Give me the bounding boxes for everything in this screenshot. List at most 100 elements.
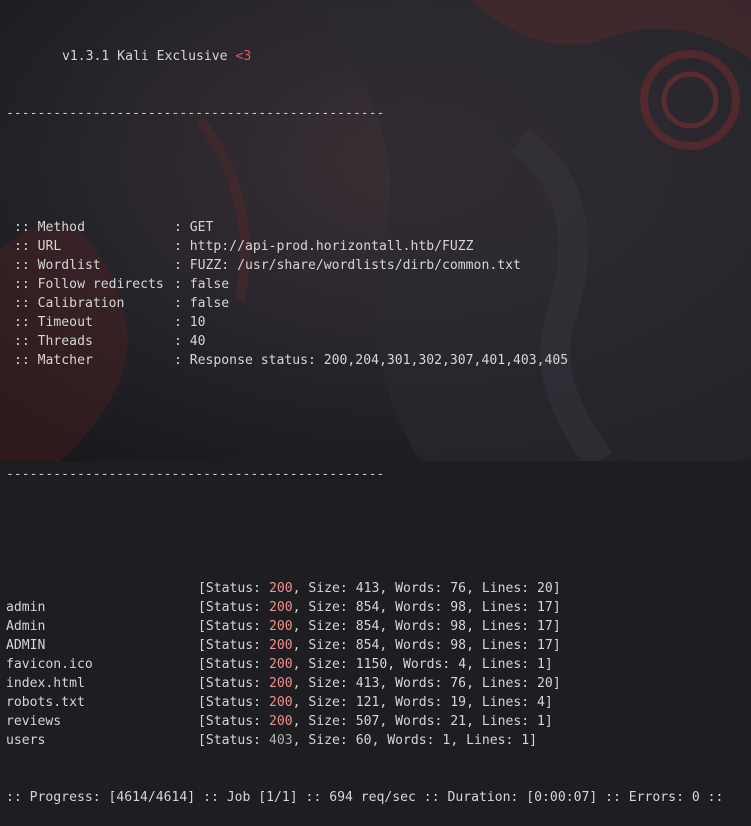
result-row: admin [Status: 200, Size: 854, Words: 98,… bbox=[6, 598, 723, 617]
size-value: 854 bbox=[355, 638, 380, 653]
config-row: :: Wordlist : FUZZ: /usr/share/wordlists/… bbox=[6, 256, 723, 275]
words-value: 98 bbox=[450, 619, 467, 634]
config-value: : GET bbox=[174, 220, 214, 235]
status-code: 200 bbox=[268, 657, 293, 672]
words-label: , Words: bbox=[379, 638, 451, 653]
words-label: , Words: bbox=[387, 657, 459, 672]
config-key: :: Matcher bbox=[14, 353, 93, 368]
words-value: 98 bbox=[450, 638, 467, 653]
words-value: 76 bbox=[450, 581, 467, 596]
progress-line: :: Progress: [4614/4614] :: Job [1/1] ::… bbox=[6, 790, 724, 805]
words-label: , Words: bbox=[379, 714, 451, 729]
lines-label: , Lines: bbox=[466, 657, 538, 672]
words-value: 4 bbox=[458, 657, 467, 672]
config-row: :: Calibration: false bbox=[6, 294, 723, 313]
bracket-close: ] bbox=[544, 695, 553, 710]
size-label: , Size: bbox=[292, 676, 356, 691]
lines-value: 17 bbox=[537, 600, 553, 615]
size-value: 121 bbox=[355, 695, 380, 710]
lines-label: , Lines: bbox=[466, 638, 538, 653]
bracket-close: ] bbox=[544, 657, 553, 672]
words-value: 76 bbox=[450, 676, 467, 691]
size-label: , Size: bbox=[292, 695, 356, 710]
words-value: 98 bbox=[450, 600, 467, 615]
config-value: : false bbox=[174, 277, 230, 292]
status-label: [Status: bbox=[198, 581, 269, 596]
bracket-close: ] bbox=[544, 714, 553, 729]
size-value: 1150 bbox=[355, 657, 388, 672]
lines-label: , Lines: bbox=[466, 695, 538, 710]
status-label: [Status: bbox=[198, 657, 269, 672]
config-key: :: Threads bbox=[14, 334, 93, 349]
result-row: users [Status: 403, Size: 60, Words: 1, L… bbox=[6, 731, 723, 750]
version-text: v1.3.1 Kali Exclusive bbox=[62, 49, 228, 64]
words-label: , Words: bbox=[379, 619, 451, 634]
size-value: 413 bbox=[355, 581, 380, 596]
heart-text: <3 bbox=[235, 49, 252, 64]
size-value: 854 bbox=[355, 619, 380, 634]
status-label: [Status: bbox=[198, 638, 269, 653]
config-value: : false bbox=[174, 296, 230, 311]
lines-label: , Lines: bbox=[466, 581, 538, 596]
result-path: robots.txt bbox=[6, 695, 85, 710]
result-row: ADMIN [Status: 200, Size: 854, Words: 98,… bbox=[6, 636, 723, 655]
result-path: favicon.ico bbox=[6, 657, 93, 672]
separator-top: ----------------------------------------… bbox=[6, 106, 385, 121]
lines-value: 17 bbox=[537, 638, 553, 653]
size-label: , Size: bbox=[292, 638, 356, 653]
lines-value: 1 bbox=[537, 657, 545, 672]
status-code: 200 bbox=[268, 581, 293, 596]
lines-value: 1 bbox=[521, 733, 530, 748]
bracket-close: ] bbox=[552, 600, 561, 615]
status-label: [Status: bbox=[198, 676, 269, 691]
config-value: : 40 bbox=[174, 334, 206, 349]
size-value: 60 bbox=[355, 733, 372, 748]
size-value: 854 bbox=[355, 600, 380, 615]
size-label: , Size: bbox=[292, 600, 356, 615]
lines-value: 4 bbox=[537, 695, 545, 710]
result-path: Admin bbox=[6, 619, 46, 634]
bracket-close: ] bbox=[552, 638, 561, 653]
lines-value: 17 bbox=[537, 619, 553, 634]
status-code: 200 bbox=[268, 695, 293, 710]
result-row: index.html [Status: 200, Size: 413, Words… bbox=[6, 674, 723, 693]
words-value: 21 bbox=[450, 714, 467, 729]
config-key: :: Wordlist bbox=[14, 258, 101, 273]
terminal-output: v1.3.1 Kali Exclusive <3 ---------------… bbox=[6, 9, 723, 826]
status-code: 200 bbox=[268, 600, 293, 615]
result-path: admin bbox=[6, 600, 46, 615]
config-key: :: Timeout bbox=[14, 315, 93, 330]
status-label: [Status: bbox=[198, 733, 269, 748]
result-row: Admin [Status: 200, Size: 854, Words: 98,… bbox=[6, 617, 723, 636]
words-label: , Words: bbox=[379, 695, 451, 710]
size-label: , Size: bbox=[292, 581, 356, 596]
results-block: [Status: 200, Size: 413, Words: 76, Line… bbox=[6, 579, 723, 750]
status-code: 200 bbox=[268, 714, 293, 729]
config-value: : FUZZ: /usr/share/wordlists/dirb/common… bbox=[174, 258, 521, 273]
config-key: :: Follow redirects bbox=[14, 277, 164, 292]
config-row: :: Threads : 40 bbox=[6, 332, 723, 351]
config-value: : 10 bbox=[174, 315, 206, 330]
size-label: , Size: bbox=[292, 733, 356, 748]
status-code: 403 bbox=[268, 733, 293, 748]
status-code: 200 bbox=[268, 676, 293, 691]
lines-label: , Lines: bbox=[450, 733, 522, 748]
words-label: , Words: bbox=[379, 676, 451, 691]
status-code: 200 bbox=[268, 638, 293, 653]
result-row: [Status: 200, Size: 413, Words: 76, Line… bbox=[6, 579, 723, 598]
config-row: :: URL: http://api-prod.horizontall.htb/… bbox=[6, 237, 723, 256]
banner-line: v1.3.1 Kali Exclusive <3 bbox=[6, 47, 723, 66]
result-path: reviews bbox=[6, 714, 62, 729]
config-value: : Response status: 200,204,301,302,307,4… bbox=[174, 353, 569, 368]
result-row: favicon.ico [Status: 200, Size: 1150, Wor… bbox=[6, 655, 723, 674]
size-value: 413 bbox=[355, 676, 380, 691]
words-value: 19 bbox=[450, 695, 467, 710]
bracket-close: ] bbox=[529, 733, 538, 748]
separator-bottom: ----------------------------------------… bbox=[6, 467, 385, 482]
size-label: , Size: bbox=[292, 657, 356, 672]
words-label: , Words: bbox=[379, 581, 451, 596]
result-path: index.html bbox=[6, 676, 85, 691]
config-row: :: Matcher : Response status: 200,204,301… bbox=[6, 351, 723, 370]
result-path: users bbox=[6, 733, 46, 748]
bracket-close: ] bbox=[552, 676, 561, 691]
